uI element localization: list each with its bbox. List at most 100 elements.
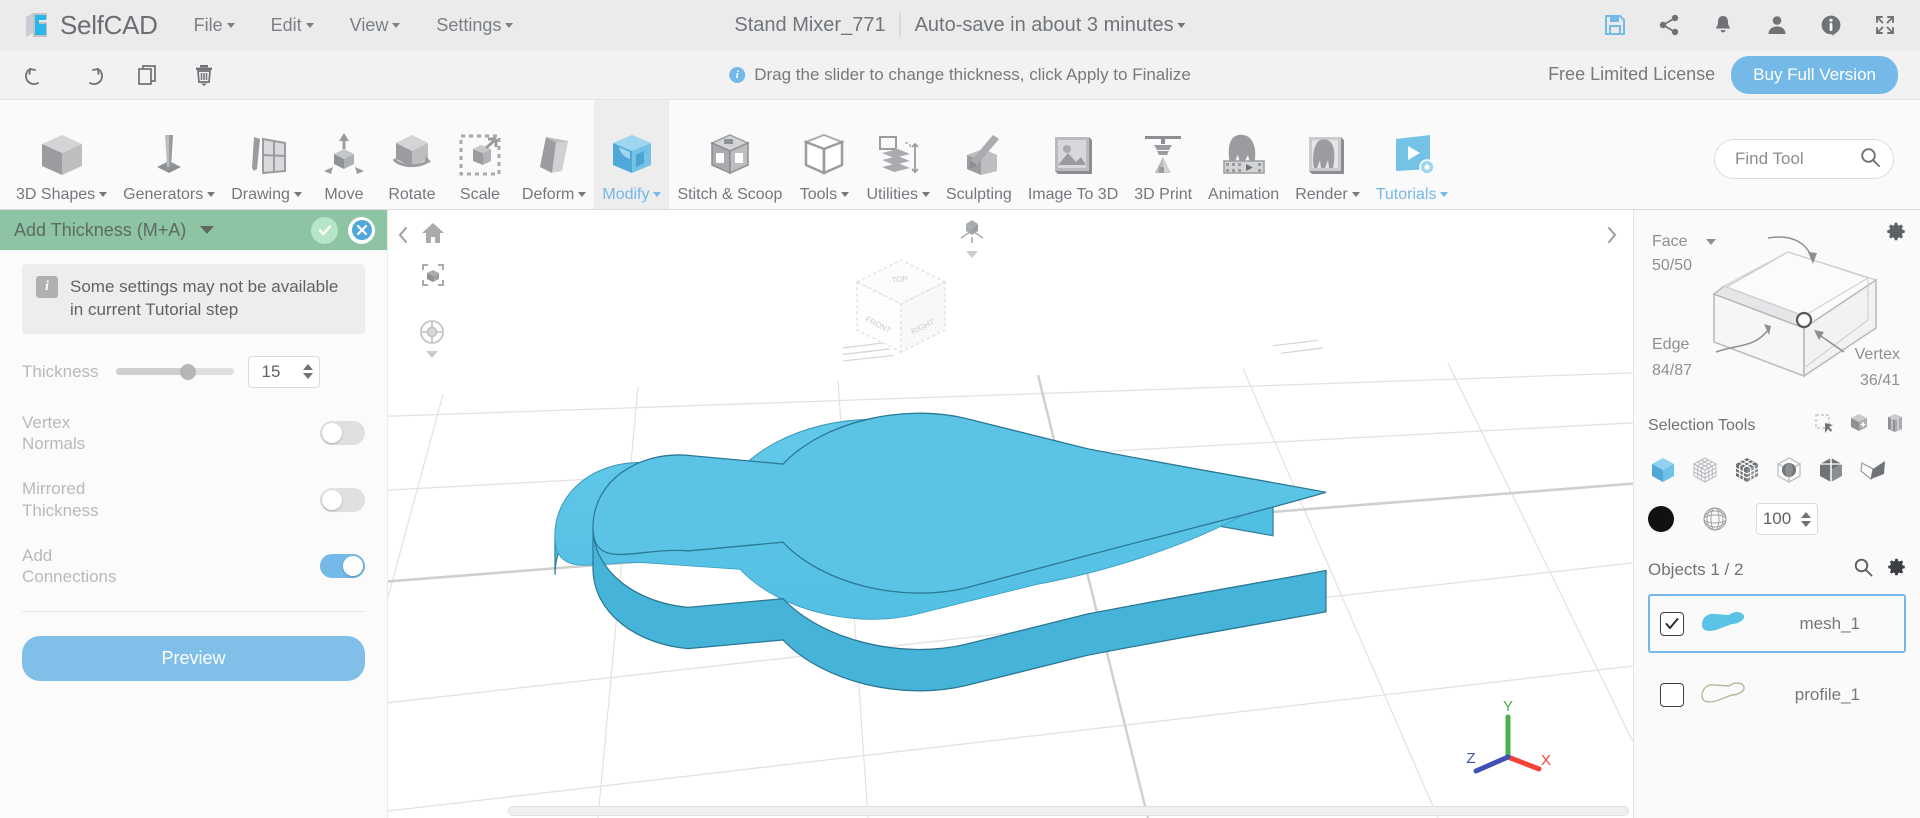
hint-text: Drag the slider to change thickness, cli… [754,64,1191,84]
face-count: 50/50 [1652,257,1693,274]
search-icon[interactable] [1859,146,1881,173]
autosave-status[interactable]: Auto-save in about 3 minutes [915,14,1186,37]
object-list-item-mesh-1[interactable]: mesh_1 [1648,594,1906,653]
brush-size-stepper[interactable] [1756,503,1818,535]
mirrored-thickness-toggle[interactable] [320,487,365,512]
find-tool-search[interactable] [1714,139,1894,179]
perspective-view-control[interactable] [958,218,986,258]
pan-orbit-control[interactable] [418,318,446,358]
brand-logo[interactable]: SelfCAD [22,10,158,41]
brand-name: SelfCAD [60,9,158,40]
thickness-slider[interactable] [116,363,234,380]
collapse-right-panel-button[interactable] [1595,218,1629,252]
half-cube-select-icon[interactable] [1816,455,1846,485]
rect-select-icon[interactable] [1814,413,1834,438]
home-icon[interactable] [418,218,448,248]
face-count-group[interactable]: Face 50/50 [1652,230,1716,278]
axis-label-y: Y [1503,698,1513,715]
redo-icon[interactable] [78,61,106,89]
menu-settings[interactable]: Settings [436,15,514,36]
ribbon-item-drawing[interactable]: Drawing [223,100,310,209]
thickness-spinner[interactable] [303,364,313,380]
sphere-select-icon[interactable] [1774,455,1804,485]
share-icon[interactable] [1656,12,1682,38]
thickness-slider-handle[interactable] [179,363,196,380]
stepper-down-icon[interactable] [303,373,313,380]
stepper-up-icon[interactable] [1801,511,1811,518]
solid-brush-icon[interactable] [1648,506,1674,532]
modify-cube-icon [606,125,658,185]
ribbon-item-stitch-and-scoop[interactable]: Stitch & Scoop [669,100,790,209]
menu-view[interactable]: View [350,15,401,36]
scrollbar-thumb[interactable] [508,806,1629,816]
ribbon-item-sculpting[interactable]: Sculpting [938,100,1020,209]
zoom-to-fit-icon[interactable] [418,260,448,290]
vertex-normals-toggle[interactable] [320,421,365,446]
ribbon-item-render[interactable]: Render [1287,100,1367,209]
view-navigation-cube[interactable]: TOP FRONT RIGHT [843,248,959,369]
chevron-down-icon[interactable] [200,226,215,234]
tutorials-video-icon [1386,125,1438,185]
add-connections-toggle[interactable] [320,554,365,579]
cancel-button[interactable] [348,216,375,244]
axis-label-x: X [1541,752,1551,769]
thickness-stepper[interactable] [248,355,320,388]
ribbon-item-3d-shapes[interactable]: 3D Shapes [8,100,115,209]
face-grid-select-icon[interactable] [1732,455,1762,485]
chevron-down-icon [578,192,587,198]
add-thickness-panel-header: Add Thickness (M+A) [0,210,387,250]
object-list-item-profile-1[interactable]: profile_1 [1648,665,1906,724]
preview-button[interactable]: Preview [22,636,365,682]
ribbon-item-deform[interactable]: Deform [514,100,594,209]
polygon-lasso-select-icon[interactable] [1858,455,1888,485]
viewport-horizontal-scrollbar[interactable] [508,806,1629,818]
fullscreen-icon[interactable] [1872,12,1898,38]
apply-button[interactable] [311,216,338,244]
delete-icon[interactable] [190,61,218,89]
brush-size-input[interactable] [1757,509,1797,529]
chevron-down-icon[interactable] [1705,238,1716,245]
ribbon-label-sculpting: Sculpting [946,185,1012,203]
thickness-input[interactable] [249,361,293,382]
brush-size-spinner[interactable] [1801,511,1811,527]
object-visibility-checkbox[interactable] [1660,611,1684,636]
ribbon-item-rotate[interactable]: Rotate [378,100,446,209]
ribbon-item-3d-print[interactable]: 3D Print [1126,100,1200,209]
mesh-brush-icon[interactable] [1700,504,1730,534]
user-account-icon[interactable] [1764,12,1790,38]
add-select-icon[interactable] [1848,412,1870,439]
scale-cube-icon [454,125,506,185]
top-menu-bar: SelfCAD File Edit View Settings Stand Mi… [0,0,1920,50]
menu-edit[interactable]: Edit [271,15,314,36]
stepper-down-icon[interactable] [1801,520,1811,527]
info-icon[interactable] [1818,12,1844,38]
mesh-overlay[interactable] [388,210,1633,818]
vertex-select-icon[interactable] [1690,455,1720,485]
ribbon-item-animation[interactable]: Animation [1200,100,1287,209]
save-icon[interactable] [1602,12,1628,38]
chevron-down-icon[interactable] [966,251,978,258]
chevron-down-icon[interactable] [426,351,438,358]
3d-viewport[interactable]: TOP FRONT RIGHT Y X Z [388,210,1633,818]
ribbon-item-tools[interactable]: Tools [790,100,858,209]
ribbon-item-image-to-3d[interactable]: Image To 3D [1020,100,1126,209]
object-visibility-checkbox[interactable] [1660,682,1684,707]
find-tool-input[interactable] [1735,149,1845,169]
copy-icon[interactable] [134,61,162,89]
ribbon-item-modify[interactable]: Modify [594,100,670,209]
stepper-up-icon[interactable] [303,364,313,371]
notifications-bell-icon[interactable] [1710,12,1736,38]
settings-gear-icon[interactable] [1887,558,1906,582]
ribbon-item-generators[interactable]: Generators [115,100,223,209]
ribbon-item-tutorials[interactable]: Tutorials [1368,100,1457,209]
box-select-icon[interactable] [1884,412,1906,439]
buy-full-version-button[interactable]: Buy Full Version [1731,55,1898,94]
undo-icon[interactable] [22,61,50,89]
search-icon[interactable] [1853,557,1873,582]
menu-file[interactable]: File [194,15,235,36]
ribbon-item-move[interactable]: Move [310,100,378,209]
object-select-icon[interactable] [1648,455,1678,485]
thickness-row: Thickness [22,355,365,388]
ribbon-item-utilities[interactable]: Utilities [858,100,938,209]
ribbon-item-scale[interactable]: Scale [446,100,514,209]
